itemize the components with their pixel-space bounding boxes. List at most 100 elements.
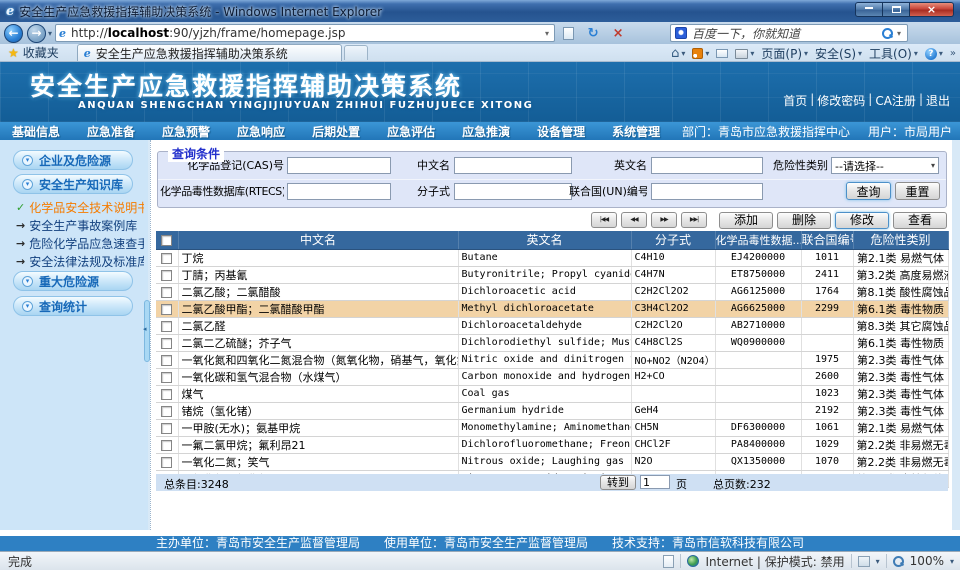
nav-item-equipment-management[interactable]: 设备管理: [537, 123, 585, 140]
forward-button[interactable]: →: [27, 24, 46, 43]
search-text[interactable]: 百度一下，你就知道: [692, 25, 880, 42]
header-rtecs[interactable]: 化学品毒性数据...: [715, 231, 801, 249]
cell-rtecs[interactable]: ET8750000: [715, 266, 801, 283]
header-chinese-name[interactable]: 中文名: [178, 231, 458, 249]
hazard-class-select[interactable]: --请选择-- ▾: [831, 157, 939, 174]
cell-hazard-class[interactable]: 第2.3类 毒性气体: [853, 351, 948, 368]
cell-rtecs[interactable]: EJ4200000: [715, 249, 801, 266]
row-checkbox[interactable]: [161, 287, 172, 298]
cell-formula[interactable]: CHCl2F: [631, 436, 715, 453]
cell-formula[interactable]: C4H7N: [631, 266, 715, 283]
search-icon[interactable]: [882, 28, 893, 39]
search-input[interactable]: 百度一下，你就知道 ▾: [670, 24, 908, 42]
address-input[interactable]: e http://localhost:90/yjzh/frame/homepag…: [55, 24, 555, 42]
cell-formula[interactable]: C2H2Cl2O2: [631, 283, 715, 300]
cell-hazard-class[interactable]: 第2.3类 毒性气体: [853, 368, 948, 385]
cell-english-name[interactable]: Germanium hydride: [458, 402, 631, 419]
table-row[interactable]: 二氯二乙硫醚；芥子气 Dichlorodiethyl sulfide; Must…: [156, 334, 948, 351]
cell-hazard-class[interactable]: 第6.1类 毒性物质: [853, 334, 948, 351]
sidebar-item-laws-standards[interactable]: →安全法律法规及标准库: [16, 252, 144, 270]
address-dropdown-icon[interactable]: ▾: [543, 29, 551, 38]
row-checkbox[interactable]: [161, 440, 172, 451]
cell-english-name[interactable]: Dichlorodiethyl sulfide; Mustard gas: [458, 334, 631, 351]
cell-un-number[interactable]: 1975: [801, 351, 853, 368]
feeds-button[interactable]: ▾: [692, 48, 709, 59]
page-menu[interactable]: 页面(P)▾: [761, 45, 808, 62]
refresh-button[interactable]: ↻: [581, 23, 605, 43]
cell-chinese-name[interactable]: 二氯乙酸；二氯醋酸: [178, 283, 458, 300]
english-name-input[interactable]: [651, 157, 763, 174]
goto-page-button[interactable]: 转到: [600, 475, 636, 490]
cell-formula[interactable]: C3H4Cl2O2: [631, 300, 715, 317]
cell-rtecs[interactable]: [715, 351, 801, 368]
cell-un-number[interactable]: [801, 334, 853, 351]
cell-chinese-name[interactable]: 二氯乙醛: [178, 317, 458, 334]
row-checkbox[interactable]: [161, 321, 172, 332]
cell-chinese-name[interactable]: 一甲胺(无水)；氨基甲烷: [178, 419, 458, 436]
view-button[interactable]: 查看: [893, 212, 947, 229]
cell-un-number[interactable]: 1029: [801, 436, 853, 453]
sidebar-group-query-statistics[interactable]: ▾查询统计: [13, 296, 133, 316]
cell-english-name[interactable]: Dichloroacetaldehyde: [458, 317, 631, 334]
cell-formula[interactable]: NO+NO2（N2O4）: [631, 351, 715, 368]
sidebar-group-major-hazard[interactable]: ▾重大危险源: [13, 271, 133, 291]
link-logout[interactable]: 退出: [926, 92, 950, 109]
zoom-icon[interactable]: [893, 556, 904, 567]
sidebar-group-enterprise-hazard[interactable]: ▾企业及危险源: [13, 150, 133, 170]
nav-item-emergency-warning[interactable]: 应急预警: [162, 123, 210, 140]
cell-chinese-name[interactable]: 煤气: [178, 385, 458, 402]
chinese-name-input[interactable]: [454, 157, 572, 174]
search-dropdown-icon[interactable]: ▾: [895, 29, 903, 38]
sidebar-item-accident-cases[interactable]: →安全生产事故案例库: [16, 216, 144, 234]
cell-rtecs[interactable]: QX1350000: [715, 453, 801, 470]
pager-prev-button[interactable]: ◀◀: [621, 212, 647, 228]
zone-dropdown-icon[interactable]: ▾: [876, 557, 880, 566]
row-checkbox[interactable]: [161, 389, 172, 400]
header-formula[interactable]: 分子式: [631, 231, 715, 249]
row-checkbox[interactable]: [161, 253, 172, 264]
cell-english-name[interactable]: Carbon monoxide and hydrogen mixture: [458, 368, 631, 385]
cell-formula[interactable]: [631, 385, 715, 402]
row-checkbox[interactable]: [161, 423, 172, 434]
nav-item-emergency-evaluation[interactable]: 应急评估: [387, 123, 435, 140]
cell-english-name[interactable]: Butane: [458, 249, 631, 266]
cell-chinese-name[interactable]: 二氯乙酸甲酯；二氯醋酸甲酯: [178, 300, 458, 317]
print-button[interactable]: ▾: [735, 49, 754, 59]
cell-chinese-name[interactable]: 一氧化碳和氢气混合物（水煤气）: [178, 368, 458, 385]
cell-hazard-class[interactable]: 第2.2类 非易燃无毒气体: [853, 453, 948, 470]
nav-item-system-management[interactable]: 系统管理: [612, 123, 660, 140]
minimize-button[interactable]: [855, 2, 883, 17]
cell-hazard-class[interactable]: 第8.1类 酸性腐蚀品: [853, 283, 948, 300]
cell-formula[interactable]: C2H2Cl2O: [631, 317, 715, 334]
cell-rtecs[interactable]: AG6125000: [715, 283, 801, 300]
un-number-input[interactable]: [651, 183, 763, 200]
nav-item-post-disposal[interactable]: 后期处置: [312, 123, 360, 140]
table-row[interactable]: 一氧化二氮；笑气 Nitrous oxide; Laughing gas N2O…: [156, 453, 948, 470]
feeds-dropdown-icon[interactable]: ▾: [705, 49, 709, 58]
cell-chinese-name[interactable]: 一氟二氯甲烷；氟利昂21: [178, 436, 458, 453]
cell-chinese-name[interactable]: 二氯二乙硫醚；芥子气: [178, 334, 458, 351]
nav-item-emergency-drill[interactable]: 应急推演: [462, 123, 510, 140]
row-checkbox[interactable]: [161, 304, 172, 315]
sidebar-item-chemical-msds[interactable]: ✓化学品安全技术说明书: [16, 198, 144, 216]
history-dropdown-icon[interactable]: ▾: [48, 29, 52, 38]
cas-input[interactable]: [287, 157, 391, 174]
add-button[interactable]: 添加: [719, 212, 773, 229]
command-overflow-button[interactable]: »: [950, 48, 956, 59]
cell-formula[interactable]: CH5N: [631, 419, 715, 436]
status-page-icon[interactable]: [663, 555, 674, 568]
formula-input[interactable]: [454, 183, 572, 200]
cell-un-number[interactable]: [801, 317, 853, 334]
print-dropdown-icon[interactable]: ▾: [750, 49, 754, 58]
table-row[interactable]: 煤气 Coal gas 1023 第2.3类 毒性气体: [156, 385, 948, 402]
page-number-input[interactable]: [640, 475, 670, 489]
cell-un-number[interactable]: 1011: [801, 249, 853, 266]
compatibility-view-button[interactable]: [556, 23, 580, 43]
select-all-checkbox[interactable]: [161, 235, 172, 246]
cell-un-number[interactable]: 2192: [801, 402, 853, 419]
rtecs-input[interactable]: [287, 183, 391, 200]
cell-formula[interactable]: C4H8Cl2S: [631, 334, 715, 351]
cell-chinese-name[interactable]: 丁腈；丙基氰: [178, 266, 458, 283]
cell-chinese-name[interactable]: 一氧化氮和四氧化二氮混合物（氮氧化物，硝基气，氧化氮气体）: [178, 351, 458, 368]
cell-un-number[interactable]: 2299: [801, 300, 853, 317]
